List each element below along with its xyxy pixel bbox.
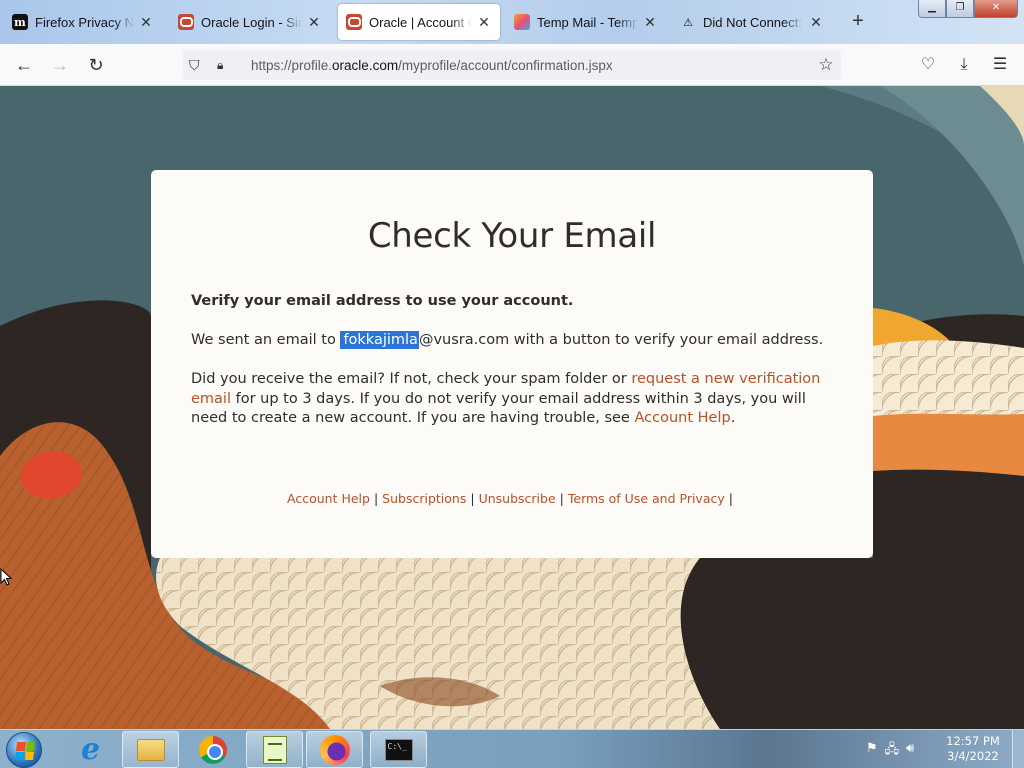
windows-logo-icon — [15, 742, 35, 760]
internet-explorer-icon: e — [80, 732, 101, 767]
url-domain: oracle.com — [332, 57, 399, 73]
verify-instruction: Verify your email address to use your ac… — [191, 293, 574, 309]
email-sent-message: We sent an email to fokkajimla@vusra.com… — [191, 331, 831, 351]
warning-icon: ⚠ — [683, 16, 693, 29]
close-window-button[interactable]: ✕ — [974, 0, 1018, 18]
tab-title: Did Not Connect: Potential Security Issu… — [703, 14, 804, 30]
oracle-icon — [178, 14, 194, 30]
mozilla-m-icon: m — [12, 14, 28, 30]
window-controls: ▁ ❐ ✕ — [918, 0, 1018, 18]
sent-suffix: with a button to verify your email addre… — [509, 332, 824, 348]
menu-hamburger-icon[interactable]: ☰ — [988, 53, 1012, 77]
network-icon[interactable]: 🖧︎ — [885, 740, 900, 762]
command-prompt-icon: C:\_ — [384, 738, 413, 761]
tab-firefox-privacy-notice[interactable]: m Firefox Privacy Notice ✕ — [4, 4, 162, 40]
close-tab-icon[interactable]: ✕ — [138, 14, 154, 31]
reload-icon[interactable]: ↻ — [84, 53, 108, 77]
tab-title: Temp Mail - Temporary Email — [537, 14, 638, 30]
start-button[interactable] — [6, 732, 42, 768]
footer-links: Account Help | Subscriptions | Unsubscribe | T… — [151, 491, 873, 506]
mouse-cursor-icon — [0, 568, 12, 586]
url-path: /myprofile/account/confirmation.jspx — [398, 57, 613, 73]
web-page: Check Your Email Verify your email addre… — [0, 86, 1024, 729]
volume-icon[interactable]: 🔊︎ — [906, 740, 914, 762]
footer-separator: | — [470, 491, 475, 506]
minimize-button[interactable]: ▁ — [918, 0, 946, 18]
firefox-icon — [319, 734, 350, 765]
url-prefix: https://profile. — [251, 57, 333, 73]
footer-unsubscribe-link[interactable]: Unsubscribe — [479, 491, 556, 506]
tab-strip: m Firefox Privacy Notice ✕ Oracle Login … — [0, 0, 1024, 44]
clock-date: 3/4/2022 — [947, 749, 999, 763]
received-end: . — [730, 410, 736, 426]
footer-separator: | — [373, 491, 379, 506]
tab-title: Firefox Privacy Notice — [35, 14, 134, 30]
oracle-icon — [346, 14, 362, 30]
tab-oracle-login[interactable]: Oracle Login - Single Sign On ✕ — [170, 4, 330, 40]
chrome-icon — [198, 735, 227, 764]
taskbar-notepad[interactable] — [246, 731, 303, 768]
received-prefix: Did you receive the email? If not, check… — [191, 371, 632, 387]
selected-email-username: fokkajimla — [340, 331, 419, 349]
taskbar-firefox[interactable] — [306, 731, 363, 768]
sent-prefix: We sent an email to — [191, 332, 341, 348]
clock-time: 12:57 PM — [946, 734, 1000, 748]
email-domain: @vusra.com — [418, 332, 510, 348]
tempmail-icon — [514, 14, 530, 30]
downloads-icon[interactable]: ⤓ — [952, 53, 976, 77]
confirmation-card: Check Your Email Verify your email addre… — [151, 170, 873, 558]
system-tray: ⚑ 🖧︎ 🔊︎ — [866, 740, 914, 762]
footer-separator: | — [728, 491, 733, 506]
notepad-icon — [262, 735, 287, 764]
page-title: Check Your Email — [367, 216, 657, 256]
tab-title: Oracle Login - Single Sign On — [201, 14, 302, 30]
tab-oracle-account-confirmation[interactable]: Oracle | Account Confirmation ✕ — [338, 4, 500, 40]
action-center-flag-icon[interactable]: ⚑ — [866, 740, 878, 762]
footer-account-help-link[interactable]: Account Help — [287, 491, 370, 506]
tracking-shield-icon[interactable]: ⛉ — [189, 57, 207, 74]
did-you-receive-message: Did you receive the email? If not, check… — [191, 370, 831, 429]
taskbar-chrome[interactable] — [184, 731, 241, 768]
footer-separator: | — [559, 491, 564, 506]
close-tab-icon[interactable]: ✕ — [476, 14, 492, 31]
close-tab-icon[interactable]: ✕ — [808, 14, 824, 31]
address-bar[interactable]: ⛉ 🔒︎ https://profile.oracle.com/myprofil… — [183, 50, 841, 80]
taskbar-internet-explorer[interactable]: e — [62, 731, 119, 768]
restore-button[interactable]: ❐ — [946, 0, 974, 18]
tab-did-not-connect[interactable]: ⚠ Did Not Connect: Potential Security Is… — [672, 4, 832, 40]
taskbar-command-prompt[interactable]: C:\_ — [370, 731, 427, 768]
windows-taskbar: e C:\_ ⚑ 🖧︎ 🔊︎ 12:57 PM 3/4/2022 — [0, 729, 1024, 768]
system-clock[interactable]: 12:57 PM 3/4/2022 — [938, 734, 1008, 764]
tab-title: Oracle | Account Confirmation — [369, 14, 472, 30]
lock-icon[interactable]: 🔒︎ — [217, 58, 233, 73]
new-tab-button[interactable]: + — [846, 10, 870, 34]
folder-icon — [136, 738, 165, 761]
footer-subscriptions-link[interactable]: Subscriptions — [382, 491, 466, 506]
url-text[interactable]: https://profile.oracle.com/myprofile/acc… — [251, 58, 811, 73]
account-help-inline-link[interactable]: Account Help — [634, 410, 730, 426]
taskbar-windows-explorer[interactable] — [122, 731, 179, 768]
close-tab-icon[interactable]: ✕ — [642, 14, 658, 31]
navigation-toolbar: ← → ↻ ⛉ 🔒︎ https://profile.oracle.com/my… — [0, 44, 1024, 86]
tab-temp-mail[interactable]: Temp Mail - Temporary Email ✕ — [506, 4, 666, 40]
back-arrow-icon[interactable]: ← — [12, 53, 36, 77]
footer-terms-privacy-link[interactable]: Terms of Use and Privacy — [568, 491, 725, 506]
forward-arrow-icon[interactable]: → — [48, 53, 72, 77]
pocket-icon[interactable]: ♡ — [916, 53, 940, 77]
show-desktop-button[interactable] — [1012, 730, 1024, 768]
bookmark-star-icon[interactable]: ☆ — [811, 55, 841, 75]
close-tab-icon[interactable]: ✕ — [306, 14, 322, 31]
